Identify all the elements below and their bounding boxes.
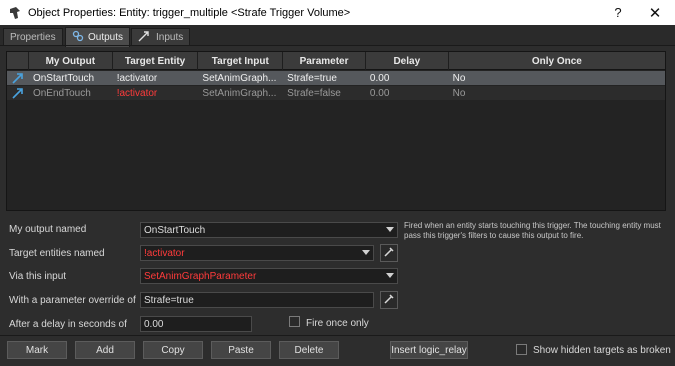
parameter-picker-button[interactable] — [380, 291, 398, 309]
column-header-delay[interactable]: Delay — [366, 52, 449, 70]
title-bar: Object Properties: Entity: trigger_multi… — [0, 0, 675, 25]
output-select[interactable]: OnStartTouch — [140, 222, 398, 238]
cell-target-input: SetAnimGraph... — [202, 72, 277, 84]
tab-outputs[interactable]: Outputs — [65, 27, 131, 47]
cell-delay: 0.00 — [369, 72, 390, 84]
copy-button[interactable]: Copy — [143, 341, 203, 359]
column-header-my-output[interactable]: My Output — [29, 52, 113, 70]
table-row[interactable]: OnStartTouch !activator SetAnimGraph... … — [7, 71, 665, 85]
tab-inputs-label: Inputs — [156, 32, 184, 43]
tab-outputs-label: Outputs — [88, 32, 124, 43]
cell-target-entity: !activator — [116, 87, 158, 99]
target-label: Target entities named — [9, 248, 105, 259]
column-header-only-once[interactable]: Only Once — [449, 52, 665, 70]
param-label: With a parameter override of — [9, 295, 136, 306]
delay-field[interactable]: 0.00 — [140, 316, 252, 332]
tab-properties-label: Properties — [10, 32, 56, 43]
cell-parameter: Strafe=true — [287, 72, 337, 84]
table-row[interactable]: OnEndTouch !activator SetAnimGraph... St… — [7, 86, 665, 100]
target-entity-select[interactable]: !activator — [140, 245, 374, 261]
cell-target-entity: !activator — [116, 72, 158, 84]
paste-button[interactable]: Paste — [211, 341, 271, 359]
cell-only-once: No — [452, 72, 466, 84]
outputs-icon — [72, 30, 84, 45]
output-connection-icon — [7, 71, 29, 85]
cell-only-once: No — [452, 87, 466, 99]
button-divider — [0, 335, 675, 336]
output-description: Fired when an entity starts touching thi… — [404, 221, 661, 240]
insert-logic-relay-button[interactable]: Insert logic_relay — [390, 341, 468, 359]
chevron-down-icon — [386, 273, 394, 278]
inputs-icon — [138, 30, 152, 45]
table-header: My Output Target Entity Target Input Par… — [7, 52, 665, 70]
delete-button[interactable]: Delete — [279, 341, 339, 359]
chevron-down-icon — [386, 227, 394, 232]
hammer-app-icon — [8, 6, 22, 20]
add-button[interactable]: Add — [75, 341, 135, 359]
cell-my-output: OnStartTouch — [32, 72, 95, 84]
cell-delay: 0.00 — [369, 87, 390, 99]
mark-button[interactable]: Mark — [7, 341, 67, 359]
parameter-field[interactable]: Strafe=true — [140, 292, 374, 308]
icon-column-header — [7, 52, 29, 70]
delay-label: After a delay in seconds of — [9, 319, 127, 330]
column-header-target-entity[interactable]: Target Entity — [113, 52, 199, 70]
cell-target-input: SetAnimGraph... — [202, 87, 277, 99]
tab-inputs[interactable]: Inputs — [131, 28, 191, 46]
close-button[interactable]: ✕ — [641, 0, 669, 25]
input-select-value: SetAnimGraphParameter — [144, 270, 257, 282]
chevron-down-icon — [362, 250, 370, 255]
help-button[interactable]: ? — [606, 0, 630, 25]
parameter-value: Strafe=true — [144, 294, 194, 306]
fire-once-label: Fire once only — [306, 318, 369, 329]
eyedropper-icon — [383, 293, 395, 308]
tab-bar: Properties Outputs Inputs — [0, 25, 675, 47]
input-label: Via this input — [9, 271, 67, 282]
entity-picker-button[interactable] — [380, 244, 398, 262]
tab-properties[interactable]: Properties — [3, 28, 63, 46]
input-select[interactable]: SetAnimGraphParameter — [140, 268, 398, 284]
output-select-value: OnStartTouch — [144, 224, 206, 236]
show-hidden-label: Show hidden targets as broken — [533, 345, 671, 356]
eyedropper-icon — [383, 246, 395, 261]
cell-my-output: OnEndTouch — [32, 87, 91, 99]
cell-parameter: Strafe=false — [287, 87, 341, 99]
target-entity-value: !activator — [144, 247, 185, 259]
outputs-table: My Output Target Entity Target Input Par… — [6, 51, 666, 211]
window-title: Object Properties: Entity: trigger_multi… — [28, 6, 351, 19]
show-hidden-checkbox[interactable] — [516, 344, 527, 355]
tab-divider — [0, 45, 675, 46]
output-label: My output named — [9, 224, 87, 235]
column-header-target-input[interactable]: Target Input — [198, 52, 284, 70]
delay-value: 0.00 — [144, 318, 164, 330]
output-connection-icon — [7, 86, 29, 100]
fire-once-checkbox[interactable] — [289, 316, 300, 327]
column-header-parameter[interactable]: Parameter — [283, 52, 366, 70]
